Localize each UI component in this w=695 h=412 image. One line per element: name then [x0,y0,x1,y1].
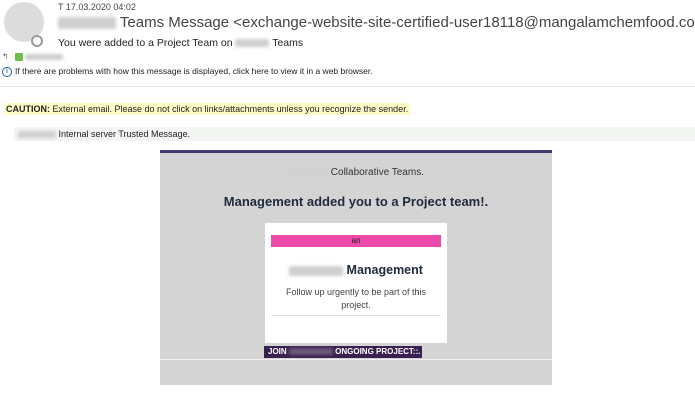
sender-email: <exchange-website-site-certified-user181… [233,14,695,31]
caution-label: CAUTION: [6,104,50,114]
redacted-sender-name [58,17,116,30]
sender-display-name: Teams Message [119,14,230,31]
card-title-text: Management [346,263,423,277]
redacted-recipient [25,53,64,60]
join-suffix: ONGOING PROJECT::. [335,347,421,356]
subject-prefix: You were added to a Project Team on [58,37,233,49]
recipient-icon [14,52,23,61]
header-divider [0,86,695,87]
card-divider [271,315,441,316]
collab-line: Collaborative Teams. [160,167,552,178]
project-card: an Management Follow up urgently to be p… [265,223,447,343]
redacted-company [18,131,56,139]
subject-suffix: Teams [272,37,304,49]
presence-status-icon [31,35,43,47]
redacted-company-name [288,168,328,177]
redacted-join-org [288,348,333,356]
message-body: Collaborative Teams. Management added yo… [160,150,552,385]
sender-line[interactable]: Teams Message <exchange-website-site-cer… [58,14,695,31]
message-headline: Management added you to a Project team!. [223,194,489,209]
join-prefix: JOIN [268,347,287,356]
redacted-org-name [235,39,270,48]
internal-banner: Internal server Trusted Message. [14,127,695,141]
caution-text: External email. Please do not click on l… [50,104,409,114]
reply-arrow-icon: ↰ [2,52,9,61]
info-text: If there are problems with how this mess… [15,66,373,76]
internal-text: Internal server Trusted Message. [58,129,191,139]
card-title: Management [265,263,447,277]
message-date: T 17.03.2020 04:02 [58,2,136,12]
caution-banner: CAUTION: External email. Please do not c… [4,103,411,115]
collab-text: Collaborative Teams. [330,167,424,178]
body-divider [160,359,552,360]
card-tag: an [271,235,441,247]
display-problem-link[interactable]: i If there are problems with how this mes… [2,66,373,77]
join-project-button[interactable]: JOIN ONGOING PROJECT::. [264,346,422,358]
redacted-org-name [289,265,344,276]
recipient-row: ↰ [2,52,64,61]
info-icon: i [2,66,12,77]
message-subject: You were added to a Project Team on Team… [58,37,303,49]
card-text: Follow up urgently to be part of this pr… [285,287,427,310]
